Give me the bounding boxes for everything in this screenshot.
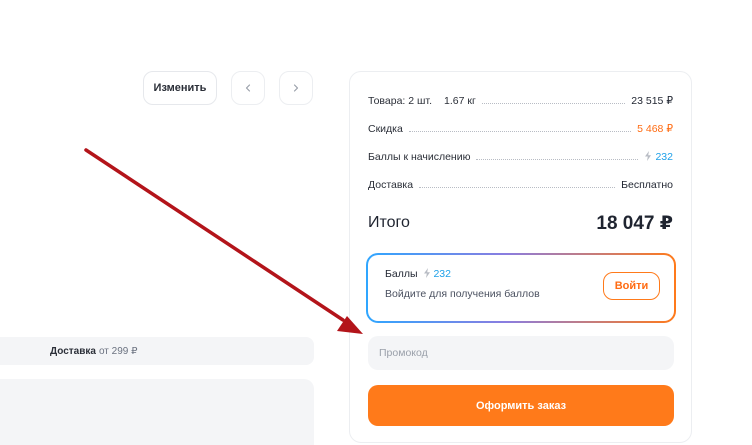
chevron-right-icon (293, 84, 299, 92)
summary-row-shipping: Доставка Бесплатно (368, 175, 673, 191)
summary-row-goods: Товара: 2 шт. 1.67 кг 23 515 ₽ (368, 91, 673, 107)
bonus-subtitle: Войдите для получения баллов (385, 288, 540, 300)
shipping-value: Бесплатно (621, 179, 673, 191)
dotted-leader (476, 159, 639, 160)
bonus-points: 232 (420, 268, 451, 280)
bonus-points-box: Баллы 232 Войдите для получения баллов В… (366, 253, 676, 323)
total-row: Итого 18 047 ₽ (368, 210, 673, 236)
total-label: Итого (368, 214, 410, 231)
checkout-button[interactable]: Оформить заказ (368, 385, 674, 426)
discount-label: Скидка (368, 123, 403, 135)
total-value: 18 047 ₽ (596, 212, 673, 234)
lightning-icon (424, 268, 431, 278)
summary-row-points: Баллы к начислению 232 (368, 147, 673, 163)
bonus-title-label: Баллы (385, 268, 418, 280)
prev-button[interactable] (231, 71, 265, 105)
points-value-wrap: 232 (644, 151, 673, 163)
chevron-left-icon (245, 84, 251, 92)
next-button[interactable] (279, 71, 313, 105)
goods-value: 23 515 ₽ (631, 95, 673, 107)
order-summary-card: Товара: 2 шт. 1.67 кг 23 515 ₽ Скидка 5 … (349, 71, 692, 443)
product-panel (0, 379, 314, 445)
dotted-leader (419, 187, 616, 188)
bonus-title: Баллы 232 (385, 268, 451, 280)
points-label: Баллы к начислению (368, 151, 471, 163)
summary-row-discount: Скидка 5 468 ₽ (368, 119, 673, 135)
login-button[interactable]: Войти (603, 272, 660, 300)
dotted-leader (408, 131, 632, 132)
delivery-info: Доставка от 299 ₽ (0, 337, 314, 365)
lightning-icon (645, 151, 652, 161)
shipping-label: Доставка (368, 179, 414, 191)
bonus-points-inner: Баллы 232 Войдите для получения баллов В… (368, 255, 674, 321)
arrow-shaft (84, 148, 345, 322)
goods-label: Товара: 2 шт. (368, 95, 432, 107)
dotted-leader (481, 103, 626, 104)
delivery-label: Доставка (50, 345, 96, 357)
goods-weight: 1.67 кг (444, 95, 476, 107)
delivery-price: от 299 ₽ (98, 345, 138, 357)
discount-value: 5 468 ₽ (637, 123, 673, 135)
promo-code-input[interactable] (368, 336, 674, 370)
edit-button[interactable]: Изменить (143, 71, 217, 105)
bonus-points-value: 232 (433, 268, 451, 280)
points-value: 232 (655, 151, 673, 163)
